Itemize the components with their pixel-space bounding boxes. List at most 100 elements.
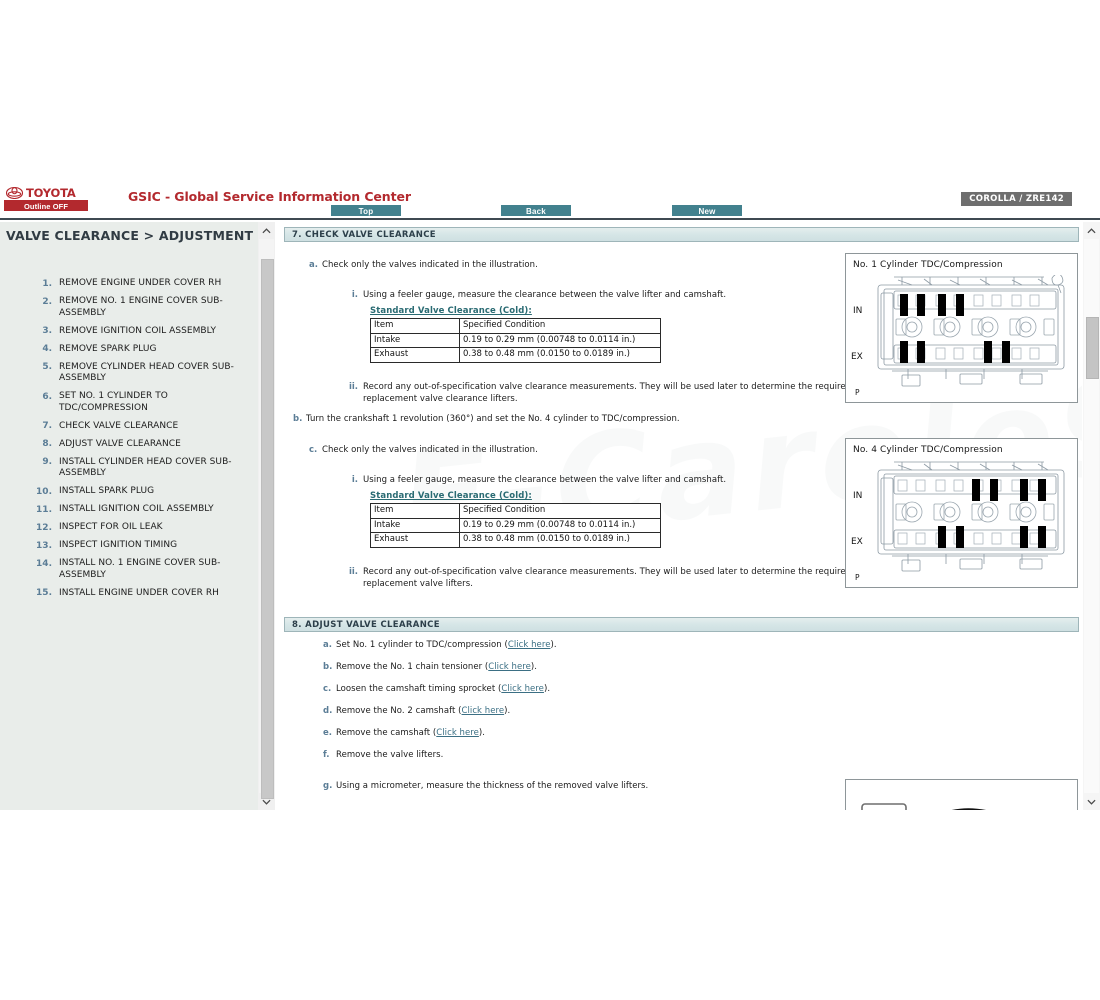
spec-table-2-title: Standard Valve Clearance (Cold): [370,491,532,501]
sidebar-item-3[interactable]: 3. REMOVE IGNITION COIL ASSEMBLY [0,326,252,338]
step-8-text: Remove the camshaft (Click here). [336,728,486,738]
nav-back-button[interactable]: Back [501,205,571,216]
click-here-link[interactable]: Click here [488,662,531,672]
sidebar-scroll-down-icon[interactable] [258,793,275,810]
illustration-no1-title: No. 1 Cylinder TDC/Compression [853,260,1003,270]
step-7a-i: i. Using a feeler gauge, measure the cle… [341,290,726,302]
step-8-marker: e. [323,728,332,738]
sidebar-item-label: REMOVE IGNITION COIL ASSEMBLY [59,325,217,336]
step-7a: a. Check only the valves indicated in th… [309,260,538,272]
sidebar-item-label: REMOVE SPARK PLUG [59,343,157,354]
step-7a-ii: ii. Record any out-of-specification valv… [341,382,878,405]
sidebar-item-number: 7. [42,421,52,431]
content-scroll-down-icon[interactable] [1083,793,1100,810]
spec-table-2-cell: 0.38 to 0.48 mm (0.0150 to 0.0189 in.) [459,532,661,548]
click-here-link[interactable]: Click here [508,640,551,650]
sidebar-item-label: REMOVE ENGINE UNDER COVER RH [59,278,222,288]
spec-table-1-cell: Exhaust [370,347,460,363]
sidebar-item-label: ADJUST VALVE CLEARANCE [59,438,181,449]
nav-top-button[interactable]: Top [331,205,401,216]
sidebar-item-number: 2. [42,296,52,307]
sidebar-item-13[interactable]: 13. INSPECT IGNITION TIMING [0,540,252,552]
sidebar-item-number: 14. [36,558,52,569]
sidebar-item-label: INSPECT IGNITION TIMING [59,540,178,550]
sidebar-scroll-thumb[interactable] [261,259,274,799]
sidebar-item-5[interactable]: 5. REMOVE CYLINDER HEAD COVER SUB-ASSEMBL… [0,362,252,385]
sidebar-item-2[interactable]: 2. REMOVE NO. 1 ENGINE COVER SUB-ASSEMBLY [0,296,252,319]
click-here-link[interactable]: Click here [501,684,544,694]
step-8-text: Remove the No. 2 camshaft (Click here). [336,706,511,716]
sidebar-item-label: INSTALL CYLINDER HEAD COVER SUB-ASSEMBLY [59,456,232,479]
sidebar-item-15[interactable]: 15. INSTALL ENGINE UNDER COVER RH [0,588,252,600]
spec-table-2-cell: 0.19 to 0.29 mm (0.00748 to 0.0114 in.) [459,517,661,533]
step-8-text: Remove the No. 1 chain tensioner (Click … [336,662,538,672]
toyota-wordmark: TOYOTA [26,186,76,200]
toyota-emblem-icon [6,187,23,199]
spec-table-2-row: Intake 0.19 to 0.29 mm (0.00748 to 0.0114… [370,517,661,533]
engine-head-diagram-no1 [877,275,1065,387]
navigation-toolbar: Top Back New [0,205,1100,219]
content-scrollbar[interactable] [1083,222,1100,810]
sidebar-item-label: INSPECT FOR OIL LEAK [59,522,163,532]
spec-table-2-header-cell: Specified Condition [459,503,661,519]
sidebar-item-9[interactable]: 9. INSTALL CYLINDER HEAD COVER SUB-ASSEMB… [0,457,252,480]
sidebar-item-10[interactable]: 10. INSTALL SPARK PLUG [0,486,252,498]
section-header-7-label: 7. CHECK VALVE CLEARANCE [292,229,436,240]
sidebar-item-8[interactable]: 8. ADJUST VALVE CLEARANCE [0,439,252,451]
spec-table-1-title: Standard Valve Clearance (Cold): [370,306,532,316]
step-8-text: Using a micrometer, measure the thicknes… [336,781,649,791]
sidebar-item-number: 6. [42,391,52,402]
sidebar-item-label: REMOVE NO. 1 ENGINE COVER SUB-ASSEMBLY [59,296,223,318]
sidebar-item-1[interactable]: 1. REMOVE ENGINE UNDER COVER RH [0,278,252,290]
sidebar-scroll-track[interactable] [259,239,274,799]
sidebar-item-label: CHECK VALVE CLEARANCE [59,420,179,431]
sidebar-item-12[interactable]: 12. INSPECT FOR OIL LEAK [0,522,252,534]
click-here-link[interactable]: Click here [462,706,505,716]
step-7c-i: i. Using a feeler gauge, measure the cle… [341,475,726,487]
sidebar-item-label: INSTALL IGNITION COIL ASSEMBLY [59,504,214,514]
content-scroll-track[interactable] [1084,239,1099,793]
step-7b-text: Turn the crankshaft 1 revolution (360°) … [306,414,680,424]
sidebar-item-number: 13. [36,540,52,551]
section-header-8: 8. ADJUST VALVE CLEARANCE [284,617,1079,632]
click-here-link[interactable]: Click here [436,728,479,738]
sidebar-scroll-up-icon[interactable] [258,222,275,239]
step-7c-i-marker: i. [351,475,358,485]
body-container: VALVE CLEARANCE > ADJUSTMENT 1. REMOVE EN… [0,222,1100,810]
step-7a-marker: a. [309,260,318,270]
sidebar-item-number: 12. [36,522,52,533]
step-7b-marker: b. [293,414,303,424]
step-8-text: Remove the valve lifters. [336,750,444,760]
spec-table-1-header-cell: Specified Condition [459,318,661,334]
sidebar-item-6[interactable]: 6. SET NO. 1 CYLINDER TO TDC/COMPRESSION [0,391,252,414]
content-scroll-up-icon[interactable] [1083,222,1100,239]
spec-table-2-header-cell: Item [370,503,460,519]
procedure-step-list: 1. REMOVE ENGINE UNDER COVER RH 2. REMOVE N… [0,278,252,606]
step-7a-ii-text: Record any out-of-specification valve cl… [363,382,852,404]
illustration-no1-label-in: IN [853,306,863,316]
sidebar-item-11[interactable]: 11. INSTALL IGNITION COIL ASSEMBLY [0,504,252,516]
engine-head-diagram-no4 [877,461,1065,572]
step-8-b: b. Remove the No. 1 chain tensioner (Clic… [323,662,537,674]
sidebar-item-number: 9. [42,457,52,467]
illustration-no4-cylinder: No. 4 Cylinder TDC/Compression IN EX P [845,438,1078,588]
content-scroll-thumb[interactable] [1086,317,1099,379]
gsic-application-window: TOYOTA Outline OFF GSIC - Global Service… [0,0,1100,1000]
spec-table-1-cell: Intake [370,332,460,348]
nav-new-button[interactable]: New [672,205,742,216]
spec-table-1-row: Intake 0.19 to 0.29 mm (0.00748 to 0.0114… [370,332,661,348]
step-7a-text: Check only the valves indicated in the i… [322,260,538,270]
sidebar-item-14[interactable]: 14. INSTALL NO. 1 ENGINE COVER SUB-ASSEMB… [0,558,252,581]
sidebar-scrollbar[interactable] [258,222,275,810]
sidebar-item-4[interactable]: 4. REMOVE SPARK PLUG [0,344,252,356]
header-divider [0,218,1100,220]
illustration-no4-label-p: P [855,573,860,582]
spec-table-1-row: Exhaust 0.38 to 0.48 mm (0.0150 to 0.0189… [370,347,661,363]
illustration-no1-label-ex: EX [851,352,863,362]
spec-table-1-cell: 0.19 to 0.29 mm (0.00748 to 0.0114 in.) [459,332,661,348]
step-7c-marker: c. [309,445,318,455]
step-8-d: d. Remove the No. 2 camshaft (Click here)… [323,706,510,718]
sidebar-item-7[interactable]: 7. CHECK VALVE CLEARANCE [0,421,252,433]
sidebar-breadcrumb-title: VALVE CLEARANCE > ADJUSTMENT [6,228,254,243]
step-7c-text: Check only the valves indicated in the i… [322,445,538,455]
